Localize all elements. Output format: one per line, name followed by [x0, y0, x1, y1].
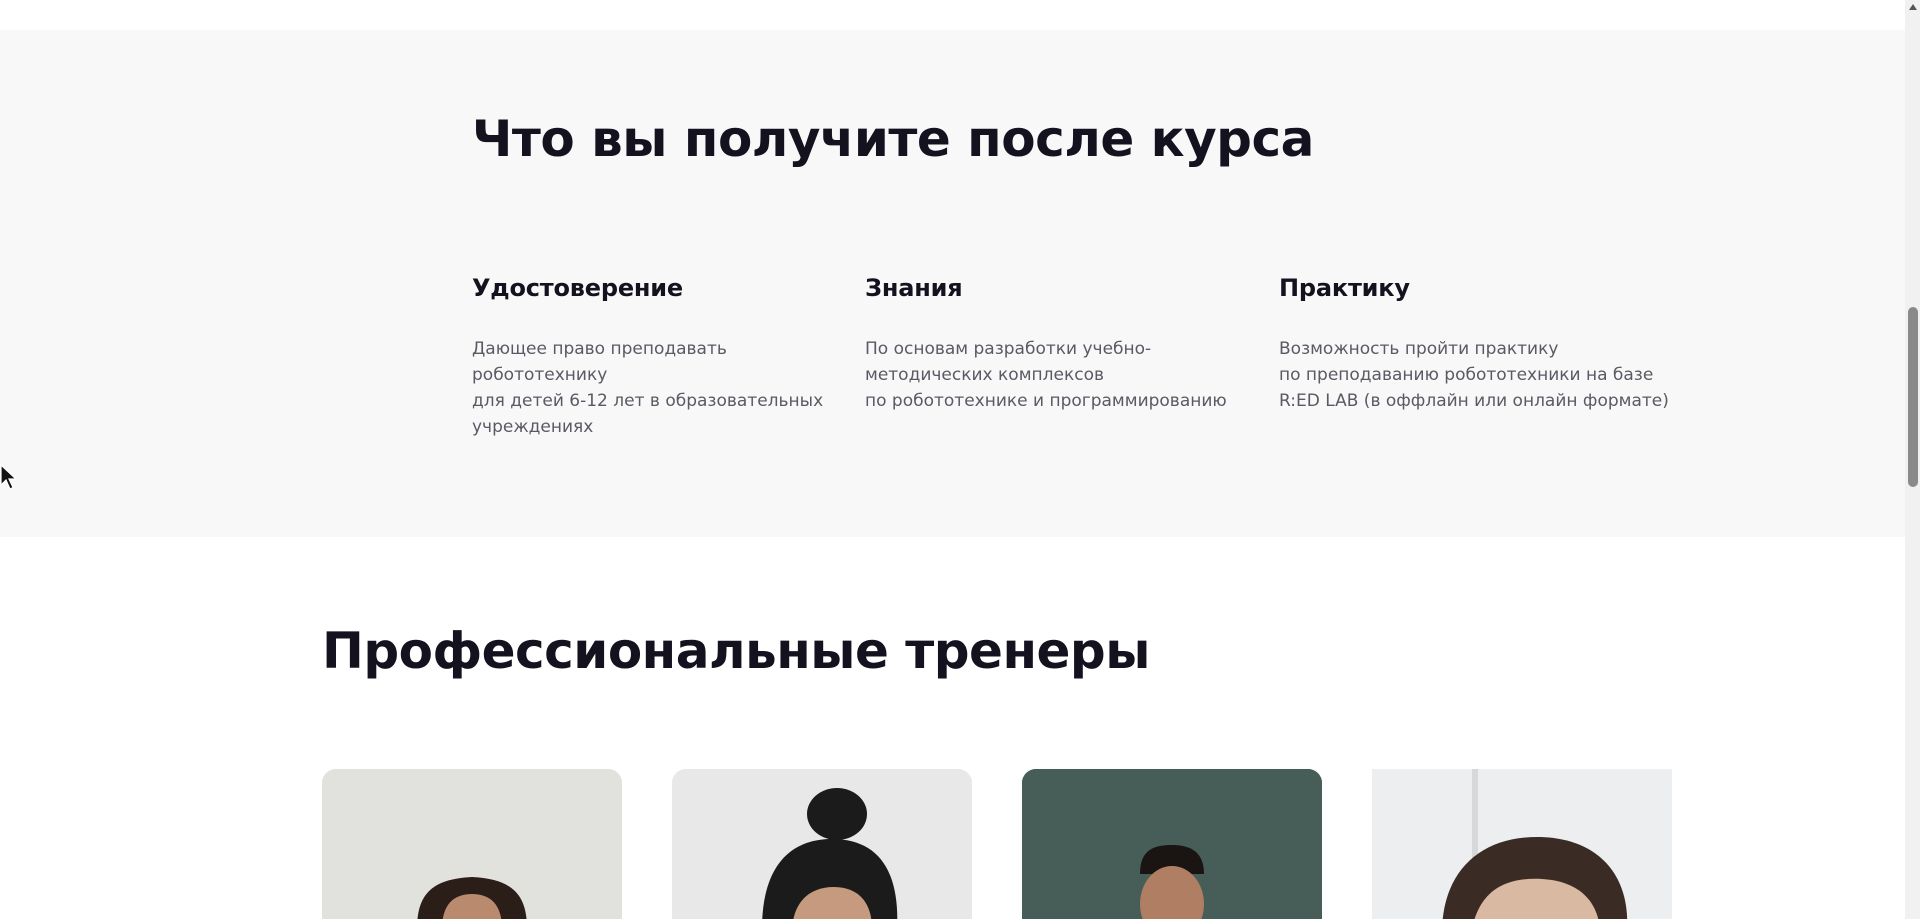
scroll-up-arrow-icon[interactable] [1909, 4, 1917, 10]
benefit-description: По основам разработки учебно- методическ… [865, 339, 1227, 411]
benefit-certificate: Удостоверение Дающее право преподавать р… [472, 274, 842, 440]
benefit-title: Удостоверение [472, 274, 683, 302]
mouse-cursor-icon [0, 463, 18, 494]
benefit-description: Возможность пройти практику по преподава… [1279, 339, 1669, 411]
page-scrollbar[interactable] [1905, 0, 1920, 919]
trainer-photo [1022, 769, 1322, 919]
benefit-description: Дающее право преподавать робототехнику д… [472, 339, 824, 437]
benefit-title: Практику [1279, 274, 1410, 302]
scrollbar-thumb[interactable] [1908, 307, 1918, 487]
trainer-card[interactable] [1372, 769, 1672, 919]
trainer-card[interactable] [1022, 769, 1322, 919]
benefit-knowledge: Знания По основам разработки учебно- мет… [865, 274, 1265, 414]
trainers-title: Профессиональные тренеры [322, 622, 1150, 680]
trainer-photo [1372, 769, 1672, 919]
trainer-card[interactable] [322, 769, 622, 919]
trainer-photo [672, 769, 972, 919]
trainer-card[interactable] [672, 769, 972, 919]
benefit-practice: Практику Возможность пройти практику по … [1279, 274, 1679, 414]
page-top-band [0, 0, 1905, 30]
trainer-photo [322, 769, 622, 919]
benefits-title: Что вы получите после курса [472, 110, 1314, 168]
benefit-title: Знания [865, 274, 963, 302]
